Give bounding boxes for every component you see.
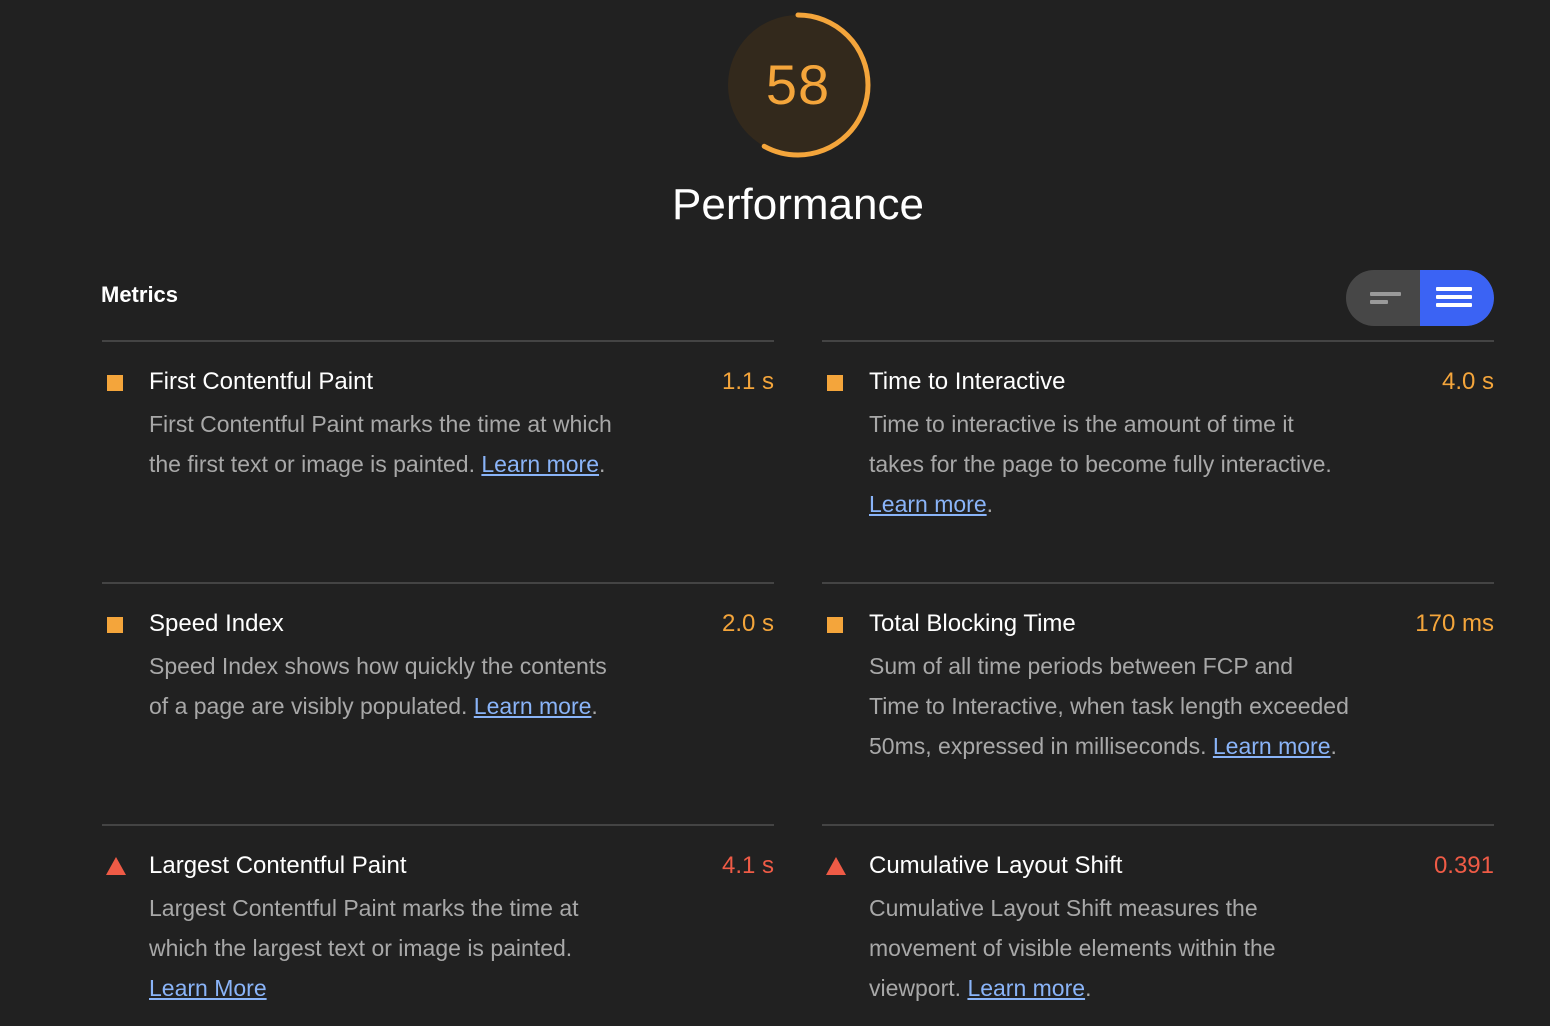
- score-value: 58: [765, 53, 831, 116]
- metric-description: Cumulative Layout Shift measures the mov…: [869, 895, 1276, 1001]
- lighthouse-report: 58 Performance Metrics First Contentful …: [0, 0, 1550, 1026]
- fail-triangle-icon: [106, 857, 126, 875]
- metric-value: 0.391: [1433, 852, 1494, 879]
- metrics-view-toggle[interactable]: [1346, 270, 1494, 326]
- average-square-icon: [827, 375, 843, 391]
- metric-total-blocking-time: Total Blocking Time 170 ms Sum of all ti…: [822, 582, 1494, 759]
- metric-title: Largest Contentful Paint: [149, 852, 407, 879]
- metric-speed-index: Speed Index 2.0 s Speed Index shows how …: [102, 582, 774, 719]
- learn-more-link[interactable]: Learn more: [1213, 733, 1331, 759]
- metric-largest-contentful-paint: Largest Contentful Paint 4.1 s Largest C…: [102, 824, 774, 1001]
- metric-description: Time to interactive is the amount of tim…: [869, 411, 1332, 517]
- fail-triangle-icon: [826, 857, 846, 875]
- metric-value: 1.1 s: [721, 368, 774, 395]
- average-square-icon: [107, 375, 123, 391]
- metric-value: 2.0 s: [721, 610, 774, 637]
- metric-description: Speed Index shows how quickly the conten…: [149, 653, 607, 719]
- performance-score-gauge: 58: [723, 10, 873, 160]
- metric-title: Time to Interactive: [869, 368, 1066, 395]
- metric-value: 4.1 s: [721, 852, 774, 879]
- metrics-header: Metrics: [101, 282, 179, 307]
- metric-first-contentful-paint: First Contentful Paint 1.1 s First Conte…: [102, 340, 774, 477]
- expanded-view-button[interactable]: [1420, 270, 1494, 326]
- learn-more-link[interactable]: Learn more: [481, 451, 599, 477]
- metric-cumulative-layout-shift: Cumulative Layout Shift 0.391 Cumulative…: [822, 824, 1494, 1001]
- metric-description: First Contentful Paint marks the time at…: [149, 411, 612, 477]
- metric-description: Largest Contentful Paint marks the time …: [149, 895, 579, 1001]
- metric-time-to-interactive: Time to Interactive 4.0 s Time to intera…: [822, 340, 1494, 517]
- metric-title: First Contentful Paint: [149, 368, 374, 395]
- learn-more-link[interactable]: Learn more: [474, 693, 592, 719]
- metric-description: Sum of all time periods between FCP and …: [869, 653, 1349, 759]
- metric-value: 170 ms: [1415, 610, 1494, 637]
- metric-title: Speed Index: [149, 610, 284, 637]
- average-square-icon: [827, 617, 843, 633]
- compact-view-button[interactable]: [1346, 270, 1420, 326]
- average-square-icon: [107, 617, 123, 633]
- metric-title: Cumulative Layout Shift: [869, 852, 1123, 879]
- category-title: Performance: [672, 180, 924, 229]
- learn-more-link[interactable]: Learn more: [967, 975, 1085, 1001]
- metric-value: 4.0 s: [1441, 368, 1494, 395]
- learn-more-link[interactable]: Learn More: [149, 975, 267, 1001]
- learn-more-link[interactable]: Learn more: [869, 491, 987, 517]
- metric-title: Total Blocking Time: [869, 610, 1076, 637]
